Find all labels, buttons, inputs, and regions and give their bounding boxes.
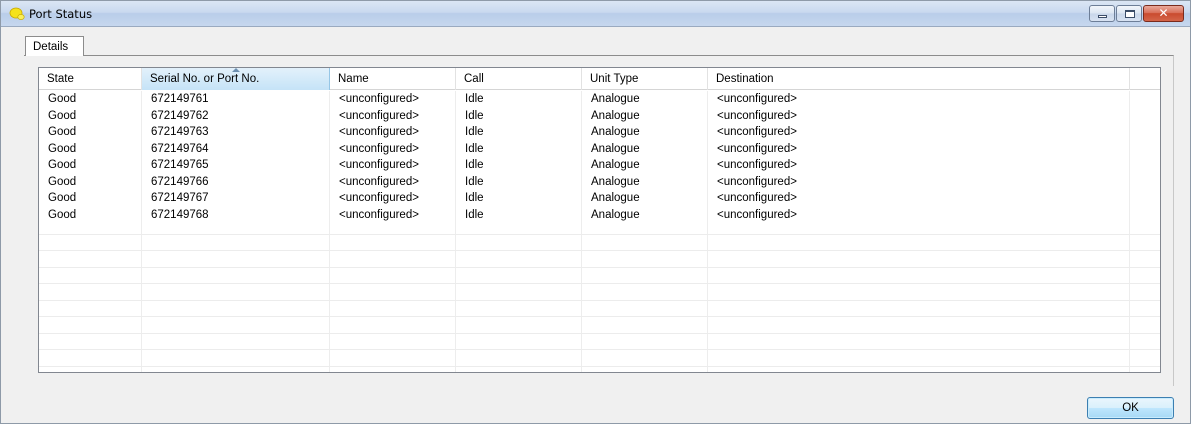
cell-destination: <unconfigured> <box>717 175 797 188</box>
cell-destination: <unconfigured> <box>717 159 797 171</box>
table-row[interactable]: Good 672149766 <unconfigured> Idle Analo… <box>39 174 1160 190</box>
cell-state: Good <box>48 208 77 221</box>
table-row[interactable]: Good 672149768 <unconfigured> Idle Analo… <box>39 207 1160 223</box>
table-row[interactable]: Good 672149765 <unconfigured> Idle Analo… <box>39 157 1160 173</box>
table-header: State Serial No. or Port No. Name Call U… <box>39 68 1160 90</box>
cell-state: Good <box>48 93 77 105</box>
table-row[interactable]: Good 672149764 <unconfigured> Idle Analo… <box>39 141 1160 157</box>
row-divider <box>39 250 1160 251</box>
column-header-filler <box>1130 68 1160 90</box>
cell-destination: <unconfigured> <box>717 109 797 122</box>
cell-destination: <unconfigured> <box>717 126 797 138</box>
table-row[interactable]: Good 672149761 <unconfigured> Idle Analo… <box>39 91 1160 107</box>
row-divider <box>39 300 1160 301</box>
row-divider <box>39 234 1160 235</box>
sort-ascending-icon <box>232 68 240 72</box>
port-status-table[interactable]: State Serial No. or Port No. Name Call U… <box>38 67 1161 373</box>
cell-unit-type: Analogue <box>591 192 640 204</box>
close-button[interactable]: ✕ <box>1143 5 1184 22</box>
window-title: Port Status <box>29 7 93 21</box>
cell-destination: <unconfigured> <box>717 142 797 155</box>
cell-unit-type: Analogue <box>591 93 640 105</box>
cell-serial: 672149767 <box>151 192 209 204</box>
cell-state: Good <box>48 126 77 138</box>
cell-unit-type: Analogue <box>591 109 640 122</box>
cell-serial: 672149766 <box>151 175 209 188</box>
cell-name: <unconfigured> <box>339 175 419 188</box>
column-header-state[interactable]: State <box>39 68 142 90</box>
cell-serial: 672149764 <box>151 142 209 155</box>
cell-name: <unconfigured> <box>339 192 419 204</box>
cell-unit-type: Analogue <box>591 126 640 138</box>
window-controls: ✕ <box>1088 5 1184 23</box>
cell-state: Good <box>48 159 77 171</box>
cell-name: <unconfigured> <box>339 208 419 221</box>
ok-button[interactable]: OK <box>1087 397 1174 419</box>
title-bar[interactable]: Port Status ✕ <box>1 1 1190 27</box>
maximize-button[interactable] <box>1116 5 1142 22</box>
table-row[interactable]: Good 672149762 <unconfigured> Idle Analo… <box>39 108 1160 124</box>
cell-name: <unconfigured> <box>339 109 419 122</box>
cell-name: <unconfigured> <box>339 93 419 105</box>
minimize-icon <box>1098 15 1107 18</box>
cell-serial: 672149763 <box>151 126 209 138</box>
cell-destination: <unconfigured> <box>717 192 797 204</box>
cell-serial: 672149762 <box>151 109 209 122</box>
maximize-icon <box>1125 10 1135 18</box>
cell-serial: 672149765 <box>151 159 209 171</box>
app-bubble-icon <box>9 7 25 20</box>
column-header-serial[interactable]: Serial No. or Port No. <box>142 68 330 90</box>
column-header-serial-label: Serial No. or Port No. <box>150 73 260 85</box>
column-header-call[interactable]: Call <box>456 68 582 90</box>
table-body: Good 672149761 <unconfigured> Idle Analo… <box>39 91 1160 372</box>
cell-destination: <unconfigured> <box>717 93 797 105</box>
cell-serial: 672149761 <box>151 93 209 105</box>
cell-call: Idle <box>465 93 484 105</box>
row-divider <box>39 316 1160 317</box>
cell-call: Idle <box>465 109 484 122</box>
cell-state: Good <box>48 175 77 188</box>
column-header-name[interactable]: Name <box>330 68 456 90</box>
cell-name: <unconfigured> <box>339 142 419 155</box>
cell-unit-type: Analogue <box>591 159 640 171</box>
cell-serial: 672149768 <box>151 208 209 221</box>
cell-state: Good <box>48 142 77 155</box>
row-divider <box>39 283 1160 284</box>
cell-name: <unconfigured> <box>339 159 419 171</box>
column-header-destination[interactable]: Destination <box>708 68 1130 90</box>
cell-unit-type: Analogue <box>591 142 640 155</box>
cell-call: Idle <box>465 208 484 221</box>
close-icon: ✕ <box>1158 6 1169 20</box>
cell-call: Idle <box>465 126 484 138</box>
table-row[interactable]: Good 672149763 <unconfigured> Idle Analo… <box>39 124 1160 140</box>
column-header-unit-type[interactable]: Unit Type <box>582 68 708 90</box>
cell-call: Idle <box>465 192 484 204</box>
port-status-window: Port Status ✕ Details State Serial No. o… <box>0 0 1191 424</box>
cell-call: Idle <box>465 159 484 171</box>
row-divider <box>39 366 1160 367</box>
tab-details[interactable]: Details <box>25 36 84 56</box>
cell-call: Idle <box>465 175 484 188</box>
cell-unit-type: Analogue <box>591 208 640 221</box>
minimize-button[interactable] <box>1089 5 1115 22</box>
row-divider <box>39 333 1160 334</box>
table-row[interactable]: Good 672149767 <unconfigured> Idle Analo… <box>39 190 1160 206</box>
cell-state: Good <box>48 192 77 204</box>
cell-state: Good <box>48 109 77 122</box>
row-divider <box>39 267 1160 268</box>
cell-name: <unconfigured> <box>339 126 419 138</box>
row-divider <box>39 349 1160 350</box>
cell-destination: <unconfigured> <box>717 208 797 221</box>
cell-call: Idle <box>465 142 484 155</box>
cell-unit-type: Analogue <box>591 175 640 188</box>
